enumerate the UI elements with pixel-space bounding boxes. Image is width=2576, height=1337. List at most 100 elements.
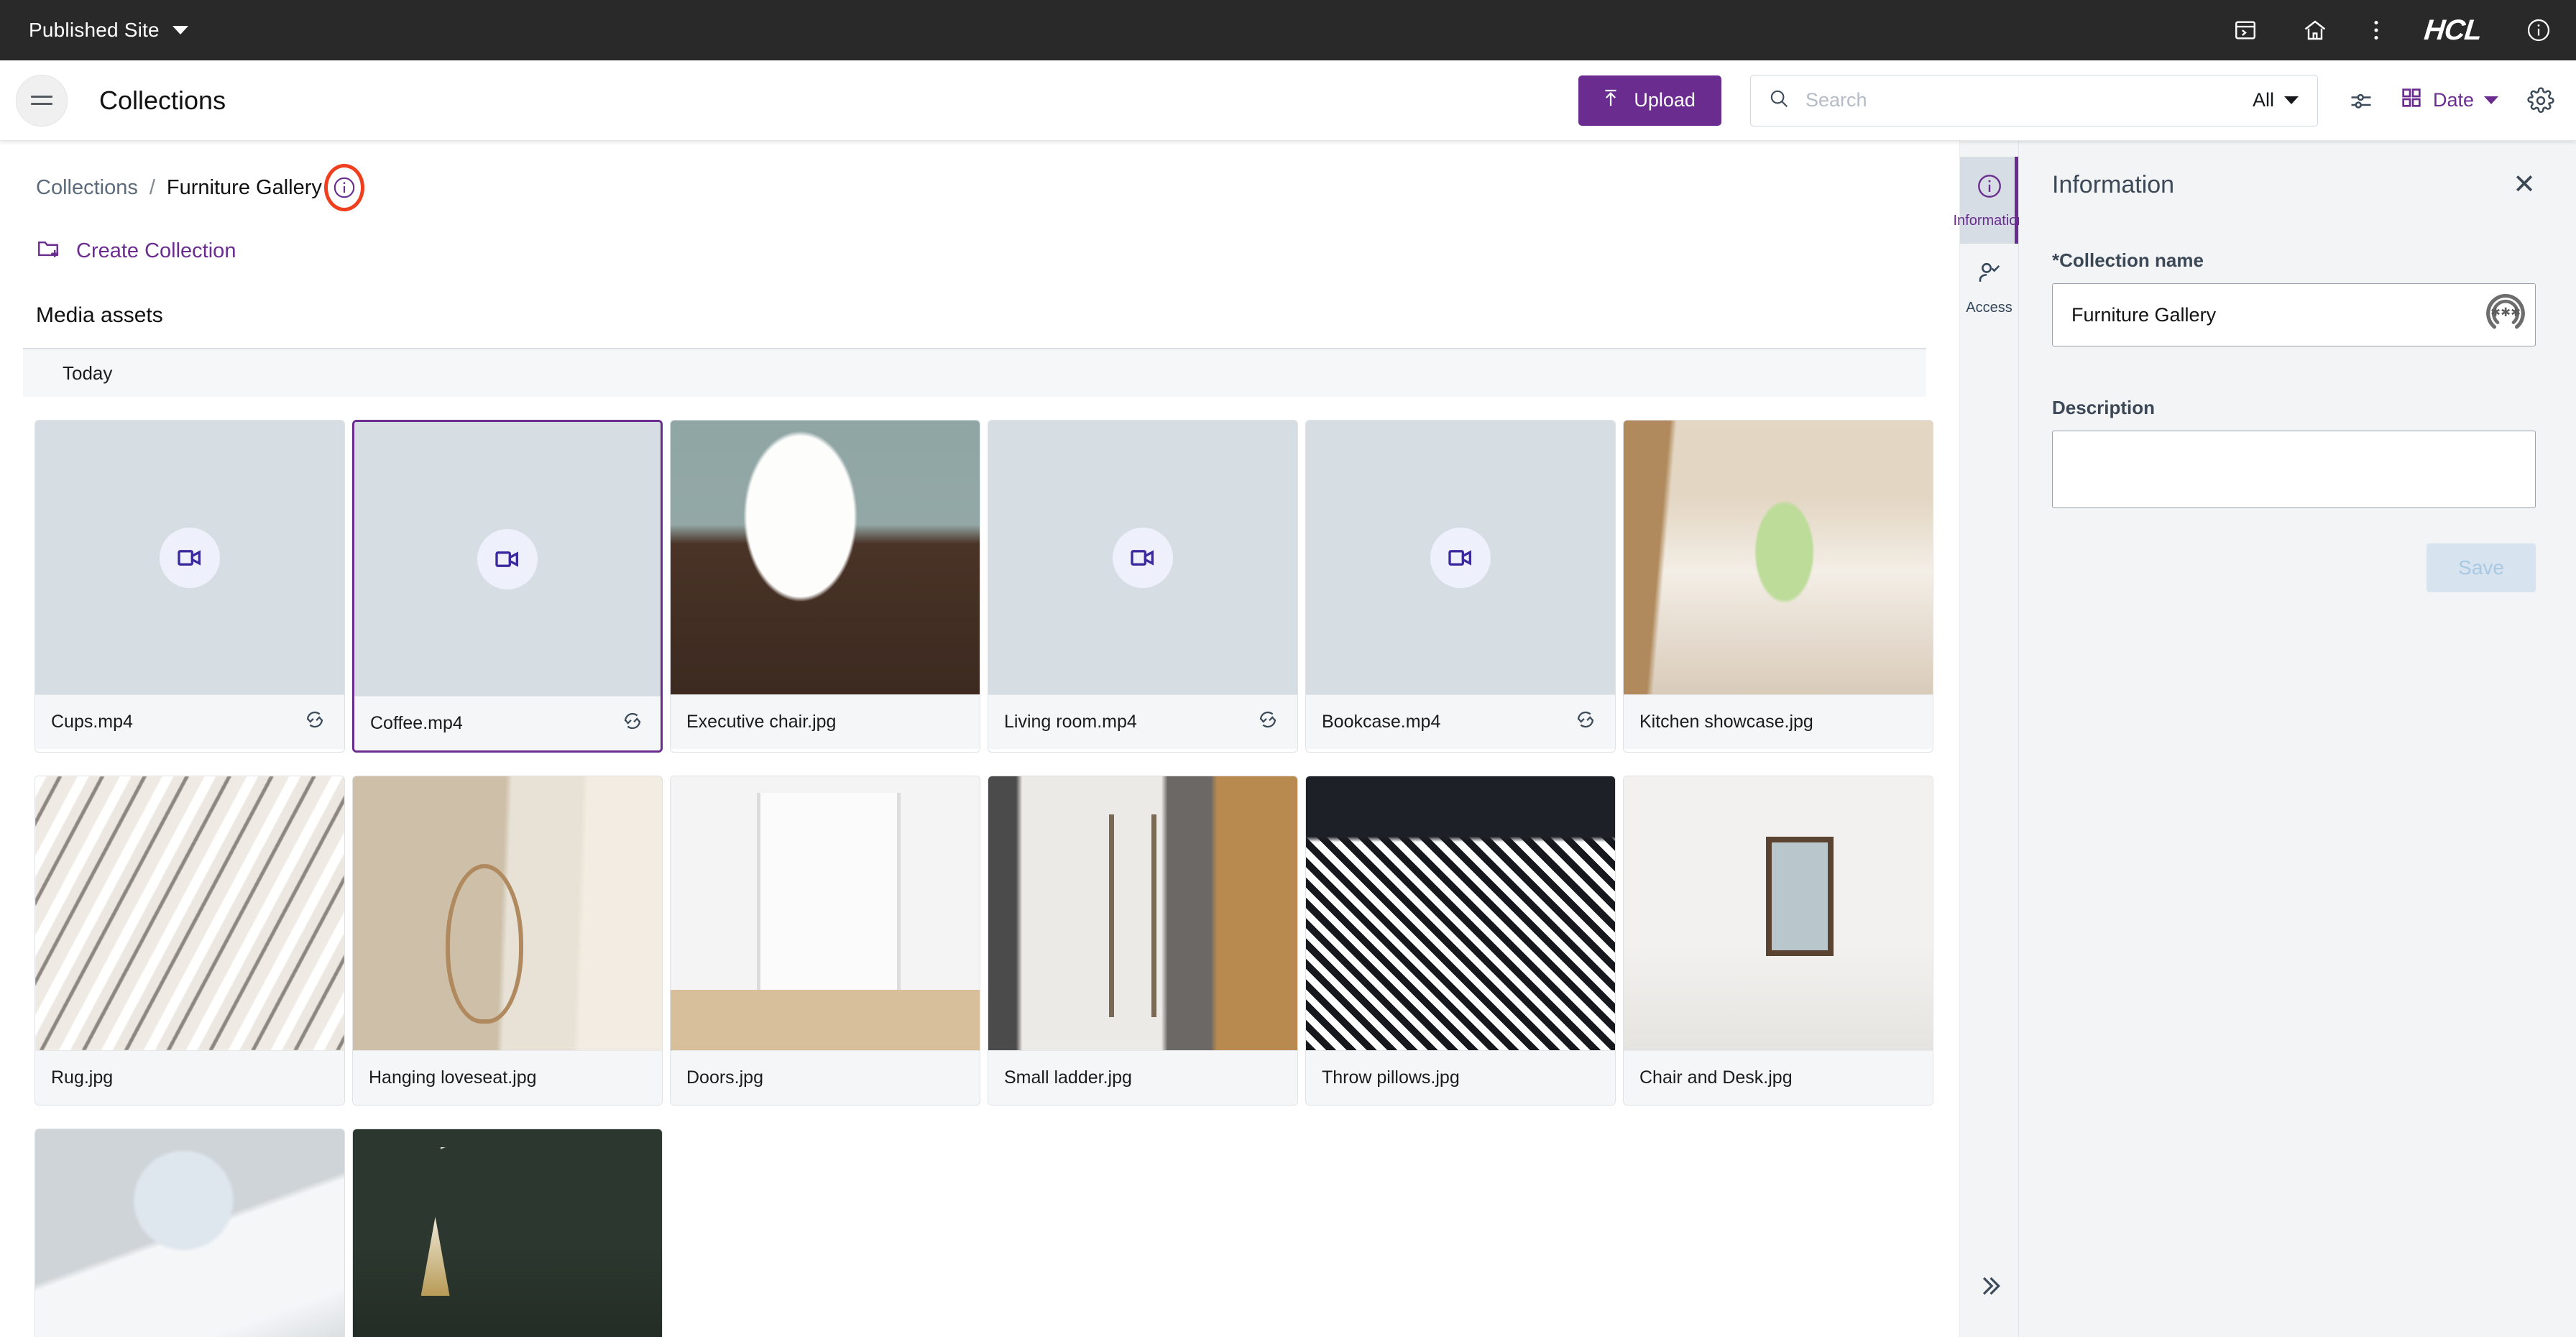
side-rail: Information Access: [1953, 141, 2025, 1337]
filter-settings-icon[interactable]: [2348, 88, 2374, 114]
asset-preview-image: [353, 1129, 662, 1337]
asset-card[interactable]: Hanging loveseat.jpg: [352, 776, 663, 1106]
asset-filename: Small ladder.jpg: [1004, 1067, 1132, 1088]
sort-by-date-dropdown[interactable]: Date: [2400, 86, 2498, 114]
sync-icon[interactable]: [622, 710, 643, 737]
asset-card[interactable]: [352, 1129, 663, 1337]
asset-filename: Executive chair.jpg: [686, 712, 837, 732]
asset-card-footer: Kitchen showcase.jpg: [1624, 694, 1933, 749]
sort-label: Date: [2432, 89, 2474, 111]
search-icon: [1768, 88, 1790, 113]
rail-tab-information-label: Information: [1953, 213, 2025, 229]
rail-tab-access[interactable]: Access: [1960, 244, 2018, 331]
video-camera-icon: [1430, 527, 1491, 588]
gear-icon[interactable]: [2527, 86, 2554, 114]
asset-filename: Kitchen showcase.jpg: [1639, 712, 1813, 732]
breadcrumb-current: Furniture Gallery: [166, 175, 322, 199]
video-thumbnail: [35, 421, 344, 694]
asset-preview-image: [671, 421, 980, 694]
collection-name-label: *Collection name: [2052, 249, 2204, 271]
chevron-double-right-icon[interactable]: [1960, 1272, 2018, 1300]
asset-card[interactable]: Chair and Desk.jpg: [1623, 776, 1933, 1106]
info-circle-icon[interactable]: [2526, 17, 2552, 43]
asset-card-footer: Chair and Desk.jpg: [1624, 1050, 1933, 1105]
description-textarea[interactable]: [2052, 431, 2536, 508]
video-thumbnail: [1306, 421, 1615, 694]
asset-filename: Cups.mp4: [51, 712, 133, 732]
information-panel: Information ✕ *Collection name ✱✱✱ Descr…: [2019, 141, 2576, 1337]
close-icon[interactable]: ✕: [2513, 171, 2536, 198]
video-camera-icon: [160, 527, 220, 588]
collection-name-field[interactable]: ✱✱✱: [2052, 283, 2536, 346]
asset-card-footer: Living room.mp4: [988, 694, 1297, 749]
hamburger-menu-icon[interactable]: [16, 74, 68, 127]
collection-name-input[interactable]: [2071, 303, 2483, 326]
search-scope-dropdown[interactable]: All: [2253, 89, 2299, 111]
asset-filename: Doors.jpg: [686, 1067, 763, 1088]
asset-card-footer: Hanging loveseat.jpg: [353, 1050, 662, 1105]
site-switcher[interactable]: Published Site: [29, 19, 188, 42]
date-group-label: Today: [63, 362, 113, 384]
asset-card[interactable]: Small ladder.jpg: [988, 776, 1298, 1106]
header-actions: Upload All: [1578, 74, 2554, 127]
app-header: Collections Upload All: [0, 60, 2576, 141]
asset-card[interactable]: Throw pillows.jpg: [1305, 776, 1616, 1106]
search-bar: All: [1749, 74, 2318, 127]
top-bar-actions: HCL: [2233, 14, 2552, 47]
asset-card[interactable]: Living room.mp4: [988, 420, 1298, 753]
top-dark-bar: Published Site HCL: [0, 0, 2576, 60]
home-icon[interactable]: [2302, 17, 2328, 43]
upload-button-label: Upload: [1634, 89, 1696, 111]
sync-icon[interactable]: [1257, 709, 1279, 735]
rail-tab-information[interactable]: Information: [1953, 157, 2025, 244]
asset-card[interactable]: Coffee.mp4: [352, 420, 663, 753]
search-scope-label: All: [2252, 89, 2274, 111]
asset-filename: Throw pillows.jpg: [1322, 1067, 1460, 1088]
image-thumbnail: [35, 776, 344, 1050]
asset-card[interactable]: Doors.jpg: [670, 776, 980, 1106]
body: Collections / Furniture Gallery Create C…: [0, 141, 2576, 1337]
image-thumbnail: [671, 776, 980, 1050]
asset-preview-image: [671, 776, 980, 1050]
chevron-down-icon: [172, 26, 188, 35]
information-panel-title: Information: [2052, 171, 2175, 198]
video-thumbnail: [988, 421, 1297, 694]
chevron-down-icon: [2484, 96, 2498, 104]
asset-card[interactable]: [34, 1129, 345, 1337]
sync-icon[interactable]: [1575, 709, 1596, 735]
image-thumbnail: [1624, 776, 1933, 1050]
collection-info-button[interactable]: [323, 164, 364, 211]
asset-card[interactable]: Bookcase.mp4: [1305, 420, 1616, 753]
asset-card[interactable]: Cups.mp4: [34, 420, 345, 753]
create-collection-button[interactable]: Create Collection: [36, 236, 236, 266]
asset-card[interactable]: Rug.jpg: [34, 776, 345, 1106]
asset-card[interactable]: Kitchen showcase.jpg: [1623, 420, 1933, 753]
site-switcher-label: Published Site: [29, 19, 160, 41]
save-button[interactable]: Save: [2426, 543, 2536, 592]
upload-button[interactable]: Upload: [1578, 75, 1721, 126]
asset-filename: Bookcase.mp4: [1322, 712, 1441, 732]
info-circle-icon: [1976, 173, 2003, 204]
panel-toggle-icon[interactable]: [2233, 18, 2258, 42]
breadcrumb-root[interactable]: Collections: [36, 176, 138, 200]
asset-filename: Living room.mp4: [1004, 712, 1137, 732]
sync-icon[interactable]: [304, 709, 326, 735]
upload-icon: [1600, 87, 1622, 114]
kebab-menu-icon[interactable]: [2373, 17, 2380, 43]
asset-preview-image: [988, 776, 1297, 1050]
asset-filename: Rug.jpg: [51, 1067, 114, 1088]
busy-cursor-icon: ✱✱✱: [2483, 291, 2528, 339]
hcl-logo: HCL: [2422, 14, 2483, 46]
asset-card[interactable]: Executive chair.jpg: [670, 420, 980, 753]
image-thumbnail: [35, 1129, 344, 1337]
search-input[interactable]: [1805, 89, 2253, 111]
page-title: Collections: [99, 85, 226, 115]
video-thumbnail: [354, 422, 661, 696]
image-thumbnail: [353, 776, 662, 1050]
asset-card-footer: Coffee.mp4: [354, 696, 661, 750]
asset-card-footer: Rug.jpg: [35, 1050, 344, 1105]
svg-text:✱✱✱: ✱✱✱: [2490, 304, 2521, 318]
video-camera-icon: [1113, 527, 1173, 588]
create-collection-label: Create Collection: [76, 239, 236, 262]
media-assets-heading: Media assets: [36, 303, 163, 327]
